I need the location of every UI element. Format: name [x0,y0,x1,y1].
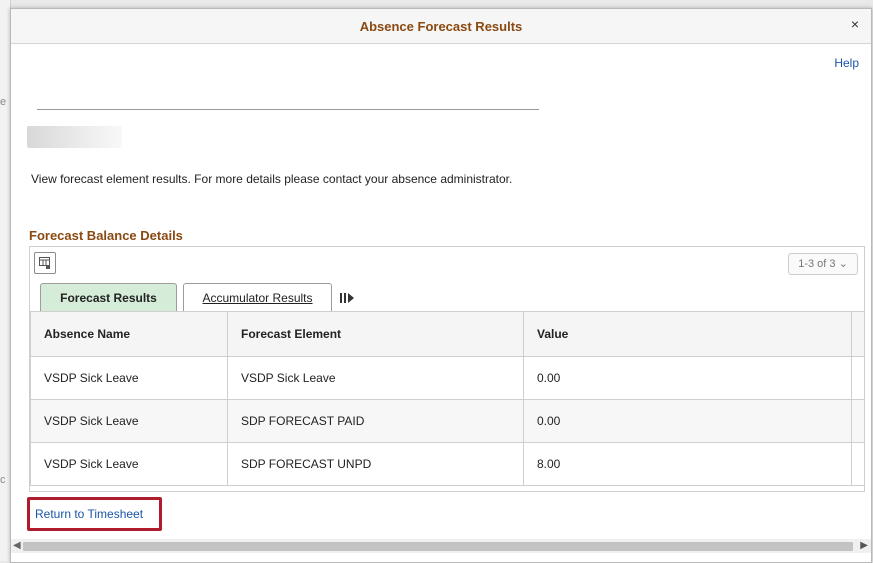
grid-personalize-icon[interactable] [34,252,56,274]
tab-accumulator-results[interactable]: Accumulator Results [183,283,332,311]
value-cell: 0.00 [523,356,852,400]
return-link-highlight: Return to Timesheet [27,497,162,531]
tab-label: Forecast Results [60,291,157,305]
forecast-element-cell: SDP FORECAST UNPD [227,442,524,486]
help-link[interactable]: Help [834,56,859,70]
value-cell: 8.00 [523,442,852,486]
table-row: VSDP Sick Leave VSDP Sick Leave 0.00 [30,356,865,400]
background-fragment: e [0,96,7,108]
modal-title: Absence Forecast Results [359,19,523,34]
row-spacer [851,442,865,486]
tab-label: Accumulator Results [202,291,313,305]
divider [37,109,539,110]
scroll-right-icon[interactable]: ▶ [860,540,868,551]
table-row: VSDP Sick Leave SDP FORECAST PAID 0.00 [30,399,865,443]
row-spacer [851,399,865,443]
section-title: Forecast Balance Details [29,228,183,243]
pager-dropdown[interactable]: 1-3 of 3 ⌄ [788,253,858,275]
tab-forecast-results[interactable]: Forecast Results [40,283,177,311]
scrollbar-thumb[interactable] [23,542,853,551]
horizontal-scrollbar[interactable]: ◀ ▶ [11,539,871,553]
redacted-employee-info [27,126,122,148]
absence-name-cell: VSDP Sick Leave [30,442,228,486]
forecast-element-cell: SDP FORECAST PAID [227,399,524,443]
forecast-element-cell: VSDP Sick Leave [227,356,524,400]
chevron-down-icon: ⌄ [838,258,848,270]
absence-forecast-modal: Absence Forecast Results × Help View for… [10,8,872,563]
modal-header: Absence Forecast Results × [11,9,871,44]
value-cell: 0.00 [523,399,852,443]
instructions-text: View forecast element results. For more … [31,172,513,186]
return-to-timesheet-link[interactable]: Return to Timesheet [35,507,143,521]
column-header-value[interactable]: Value [523,311,852,357]
pager-label: 1-3 of 3 [798,258,836,270]
absence-name-cell: VSDP Sick Leave [30,356,228,400]
column-header-forecast-element[interactable]: Forecast Element [227,311,524,357]
close-icon[interactable]: × [847,16,863,32]
forecast-balance-grid: 1-3 of 3 ⌄ Forecast Results Accumulator … [29,246,865,492]
column-spacer [851,311,865,357]
show-all-columns-icon[interactable] [339,291,355,305]
background-fragment: c [0,474,6,486]
absence-name-cell: VSDP Sick Leave [30,399,228,443]
row-spacer [851,356,865,400]
table-header-row: Absence Name Forecast Element Value [30,311,865,357]
scroll-left-icon[interactable]: ◀ [13,540,21,551]
table-row: VSDP Sick Leave SDP FORECAST UNPD 8.00 [30,442,865,486]
results-table: Absence Name Forecast Element Value VSDP… [30,311,865,486]
column-header-absence-name[interactable]: Absence Name [30,311,228,357]
